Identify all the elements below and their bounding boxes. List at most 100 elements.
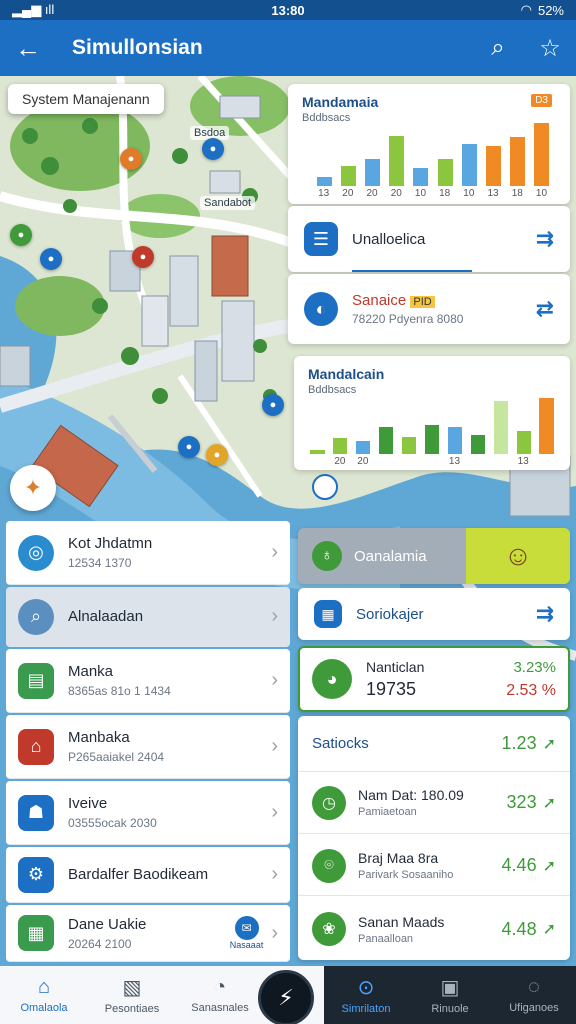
row-card-label: Unalloelica xyxy=(352,230,426,248)
nav-label: Rinuole xyxy=(431,1003,469,1015)
lock-icon: ◐ xyxy=(304,292,338,326)
poi-marker-icon[interactable]: ● xyxy=(132,246,154,268)
list-item[interactable]: ⌂ Manbaka P265aaiakel 2404 › xyxy=(6,715,290,779)
stats-card: Satiocks 1.23 ➚ ◷ Nam Dat: 180.09 Pamiaet… xyxy=(298,716,570,960)
star-icon[interactable]: ☆ xyxy=(524,20,576,76)
page-title: Simullonsian xyxy=(72,36,203,59)
location-pin-icon[interactable] xyxy=(312,474,338,500)
chart-title: Mandalcain xyxy=(308,366,385,382)
nav-item-upgrades[interactable]: ◌ Ufiganoes xyxy=(492,966,576,1024)
battery-level: 52% xyxy=(537,2,564,18)
list-item[interactable]: ▤ Manka 8365as 81o 1 1434 › xyxy=(6,649,290,713)
chart-bar xyxy=(316,176,332,186)
forward-arrow-icon[interactable]: ⇉ xyxy=(536,601,554,627)
stat-value: 323 xyxy=(506,792,537,812)
right-panel-header[interactable]: ♁ Oanalamia ☺ xyxy=(298,528,570,584)
nav-item-simulation[interactable]: ⊙ Simrilaton xyxy=(324,966,408,1024)
chart-tick-label: 18 xyxy=(511,188,523,199)
simulate-fab-icon[interactable]: ⚡ xyxy=(258,970,314,1024)
chart-tick-label: 13 xyxy=(487,188,499,199)
nav-item-home[interactable]: ⌂ Omalaola xyxy=(0,966,88,1024)
chart-tick-label: 20 xyxy=(357,456,369,467)
poi-marker-icon[interactable]: ● xyxy=(120,148,142,170)
list-item[interactable]: ⚙ Bardalfer Baodikeam › xyxy=(6,847,290,903)
chart-bar xyxy=(437,158,453,186)
summary-card[interactable]: ◕ Nanticlan 19735 3.23% 2.53 % xyxy=(298,646,570,712)
list-item[interactable]: ▦ Dane Uakie 20264 2100 ✉ Nasaaat › xyxy=(6,905,290,962)
trend-up-icon: ➚ xyxy=(542,857,556,875)
tab-label: Soriokajer xyxy=(356,605,424,623)
poi-marker-icon[interactable]: ● xyxy=(40,248,62,270)
list-item-title: Kot Jhdatmn xyxy=(68,535,153,552)
row-card-tag: PID xyxy=(410,296,435,308)
poi-marker-icon[interactable]: ● xyxy=(178,436,200,458)
board-icon: ▣ xyxy=(440,977,460,999)
chart-title: Mandamaia xyxy=(302,94,379,110)
chart-x-axis: 13 20 20 20 10 18 10 13 18 10 xyxy=(312,188,554,200)
chart-icon: ▧ xyxy=(122,977,142,999)
trend-up-icon: ➚ xyxy=(542,735,556,753)
target-icon: ◎ xyxy=(18,534,54,571)
chart-bar xyxy=(516,430,531,454)
stat-title: Sanan Maads xyxy=(358,913,445,930)
poi-marker-icon[interactable]: ● xyxy=(206,444,228,466)
nav-item-scenarios[interactable]: ◔ Sanasnales xyxy=(176,966,264,1024)
poi-marker-icon[interactable]: ● xyxy=(10,224,32,246)
row-card-unalloelica[interactable]: ☰ Unalloelica ⇉ xyxy=(288,206,570,272)
chart-x-axis: 20 20 13 13 xyxy=(306,456,558,468)
pie-chart-icon: ◕ xyxy=(312,659,352,699)
chart-bar xyxy=(493,400,508,454)
summary-value: 19735 xyxy=(366,678,417,699)
signal-icons: ▂▄▆ ıll xyxy=(12,2,54,18)
stat-row[interactable]: ◷ Nam Dat: 180.09 Pamiaetoan 323 ➚ xyxy=(298,772,570,834)
chart-card-mid: Mandalcain Bddbsacs 20 20 13 13 xyxy=(294,356,570,470)
gauge-icon: ◷ xyxy=(312,785,346,820)
back-arrow-icon[interactable]: ← xyxy=(0,20,56,76)
row-card-label: Sanaice xyxy=(352,292,407,309)
list-item-sub: 20264 2100 xyxy=(68,936,132,951)
chart-tick-label: 13 xyxy=(448,456,461,467)
poi-marker-icon[interactable]: ● xyxy=(262,394,284,416)
stat-row[interactable]: ❀ Sanan Maads Panaalloan 4.48 ➚ xyxy=(298,898,570,960)
row-card-sanaice[interactable]: ◐ Sanaice PID 78220 Pdyenra 8080 ⇄ xyxy=(288,274,570,344)
list-item[interactable]: ⌕ Alnalaadan › xyxy=(6,587,290,647)
status-bar: ▂▄▆ ıll 13:80 ◠ 52% xyxy=(0,0,576,20)
nav-item-reports[interactable]: ▧ Pesontiaes xyxy=(88,966,176,1024)
compass-nav-icon: ◌ xyxy=(528,976,540,998)
chevron-right-icon: › xyxy=(271,605,278,627)
chart-tick-label: 13 xyxy=(318,188,330,199)
avatar-icon: ☺ xyxy=(466,528,570,584)
list-item[interactable]: ☗ Iveive 03555ocak 2030 › xyxy=(6,781,290,845)
stats-title-value: 1.23 xyxy=(501,733,537,753)
chart-tick-label: 20 xyxy=(334,456,346,467)
transfer-icon[interactable]: ⇄ xyxy=(536,296,554,322)
signal-icon: ▂▄▆ ıll xyxy=(12,2,55,17)
forward-arrow-icon[interactable]: ⇉ xyxy=(536,226,554,252)
chart-tick-label: 20 xyxy=(366,188,378,199)
map-icon: ▤ xyxy=(18,662,54,699)
chart-bar xyxy=(310,449,325,454)
chart-bar xyxy=(356,441,371,454)
chevron-right-icon: › xyxy=(271,541,278,563)
chart-bar xyxy=(539,397,554,454)
stat-sub: Pamiaetoan xyxy=(358,806,417,818)
chart-badge: D3 xyxy=(531,94,552,107)
active-indicator xyxy=(352,270,472,272)
chart-bar xyxy=(447,426,462,454)
pin-icon: ⌾ xyxy=(312,848,346,883)
calendar-icon: ▦ xyxy=(314,600,342,628)
chart-tick-label: 10 xyxy=(463,188,475,199)
list-item-title: Bardalfer Baodikeam xyxy=(68,866,209,883)
tab-soriokajer[interactable]: ▦ Soriokajer ⇉ xyxy=(298,588,570,640)
status-time: 13:80 xyxy=(271,2,305,18)
chart-bar xyxy=(461,144,477,186)
stat-row[interactable]: ⌾ Braj Maa 8ra Parivark Sosaaniho 4.46 ➚ xyxy=(298,836,570,896)
search-icon[interactable]: ⌕ xyxy=(472,20,524,76)
poi-marker-icon[interactable]: ● xyxy=(202,138,224,160)
chat-icon[interactable]: ✉ xyxy=(234,916,259,940)
chart-bar xyxy=(389,135,405,186)
nav-item-rules[interactable]: ▣ Rinuole xyxy=(408,966,492,1024)
chart-bar xyxy=(413,168,429,186)
compass-icon[interactable]: ✦ xyxy=(10,465,56,511)
list-item[interactable]: ◎ Kot Jhdatmn 12534 1370 › xyxy=(6,521,290,585)
